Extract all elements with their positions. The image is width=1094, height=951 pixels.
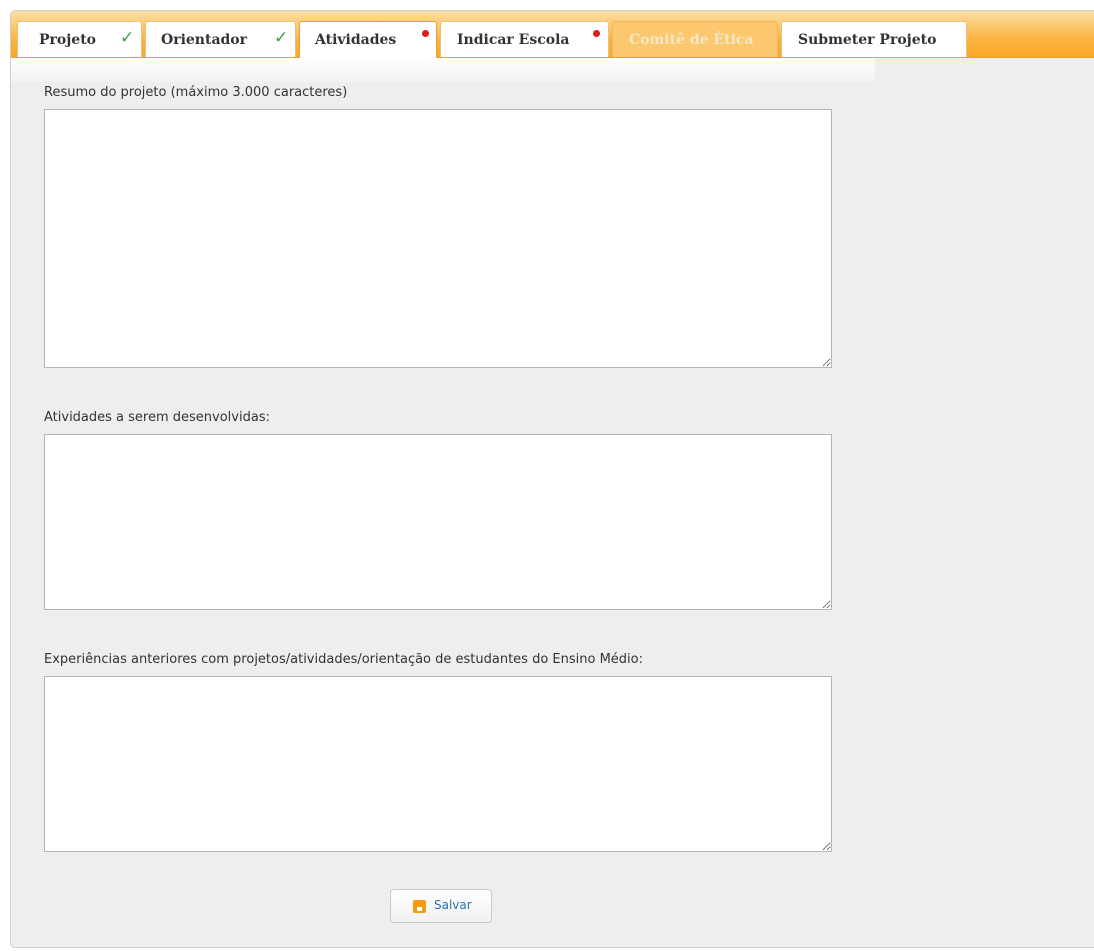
save-button[interactable]: Salvar [390, 889, 492, 923]
tab-atividades[interactable]: Atividades [299, 21, 437, 58]
resumo-textarea[interactable] [44, 109, 832, 368]
pending-dot-icon [593, 30, 600, 37]
check-icon: ✓ [274, 28, 289, 48]
tab-label: Orientador [161, 32, 248, 48]
tab-label: Submeter Projeto [798, 32, 937, 48]
resumo-label: Resumo do projeto (máximo 3.000 caracter… [44, 85, 348, 100]
form-container: Projeto ✓ Orientador ✓ Atividades Indica… [10, 10, 1094, 948]
tab-bar: Projeto ✓ Orientador ✓ Atividades Indica… [11, 11, 1094, 58]
tab-label: Atividades [315, 32, 397, 48]
tab-label: Projeto [39, 32, 97, 48]
tab-orientador[interactable]: Orientador ✓ [145, 21, 296, 57]
tab-label: Comitê de Ética [629, 32, 754, 48]
tab-label: Indicar Escola [457, 32, 570, 48]
tab-comite-de-etica: Comitê de Ética [612, 21, 778, 57]
atividades-textarea[interactable] [44, 434, 832, 610]
pending-dot-icon [422, 30, 429, 37]
atividades-label: Atividades a serem desenvolvidas: [44, 410, 270, 425]
tab-projeto[interactable]: Projeto ✓ [17, 21, 142, 57]
tab-submeter-projeto[interactable]: Submeter Projeto [781, 21, 967, 57]
save-icon [413, 900, 426, 913]
content-header-strip [11, 58, 875, 82]
experiencias-textarea[interactable] [44, 676, 832, 852]
check-icon: ✓ [120, 28, 135, 48]
save-label: Salvar [434, 898, 472, 912]
experiencias-label: Experiências anteriores com projetos/ati… [44, 652, 644, 667]
tab-indicar-escola[interactable]: Indicar Escola [440, 21, 609, 57]
